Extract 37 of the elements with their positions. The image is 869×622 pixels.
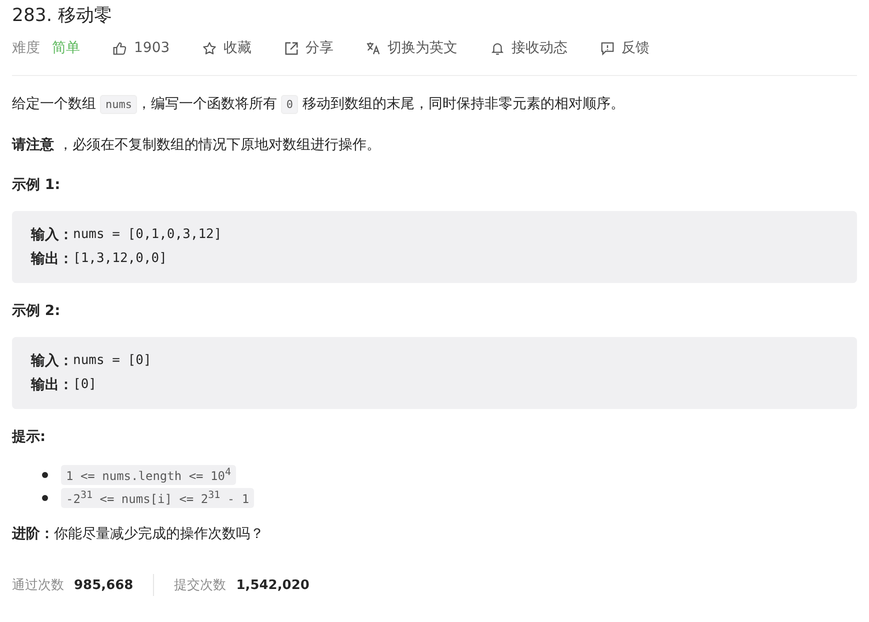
thumbs-up-icon <box>112 40 127 56</box>
bullet-icon <box>42 495 48 501</box>
bell-icon <box>490 40 505 56</box>
translate-icon <box>366 40 381 56</box>
hint-code: -2$^{31}$ <= nums[i] <= 2$^{31}$ - 1 <box>61 488 254 508</box>
advanced-text: 进阶：你能尽量减少完成的操作次数吗？ <box>12 525 265 544</box>
action-link[interactable]: 收藏 <box>202 39 252 57</box>
example-value: nums = [0] <box>73 352 152 370</box>
like-count[interactable]: 1903 <box>112 40 170 56</box>
note-text: 请注意 ，必须在不复制数组的情况下原地对数组进行操作。 <box>12 136 382 155</box>
problem-description: 给定一个数组 nums ，编写一个函数将所有 0 移动到数组的末尾，同时保持非零元素的相对顺序。 <box>12 94 626 116</box>
example-label: 输入： <box>31 226 73 245</box>
stat-label: 提交次数 <box>174 577 226 594</box>
problem-title: 283. 移动零 <box>12 4 113 27</box>
stat-value: 1,542,020 <box>236 578 310 592</box>
example-label: 输出： <box>31 376 73 395</box>
action-link[interactable]: 切换为英文 <box>366 39 458 57</box>
action-link[interactable]: 接收动态 <box>490 39 568 57</box>
example-heading: 示例 1: <box>12 176 62 195</box>
bullet-icon <box>42 472 48 478</box>
example-label: 输出： <box>31 250 73 269</box>
example-value: [1,3,12,0,0] <box>73 250 167 268</box>
difficulty-label: 难度 <box>12 39 40 57</box>
example-value: [0] <box>73 376 96 394</box>
example-value: nums = [0,1,0,3,12] <box>73 226 222 244</box>
example-heading: 示例 2: <box>12 302 62 321</box>
difficulty-value: 简单 <box>52 39 80 57</box>
action-link[interactable]: 分享 <box>284 39 334 57</box>
hints-heading: 提示: <box>12 428 47 447</box>
feedback-icon <box>600 40 615 56</box>
action-link[interactable]: 反馈 <box>600 39 650 57</box>
star-icon <box>202 40 217 56</box>
share-icon <box>284 40 299 56</box>
stat-label: 通过次数 <box>12 577 64 594</box>
stat-value: 985,668 <box>74 578 134 592</box>
hint-code: 1 <= nums.length <= 10$^{4}$ <box>61 465 236 485</box>
example-label: 输入： <box>31 352 73 371</box>
